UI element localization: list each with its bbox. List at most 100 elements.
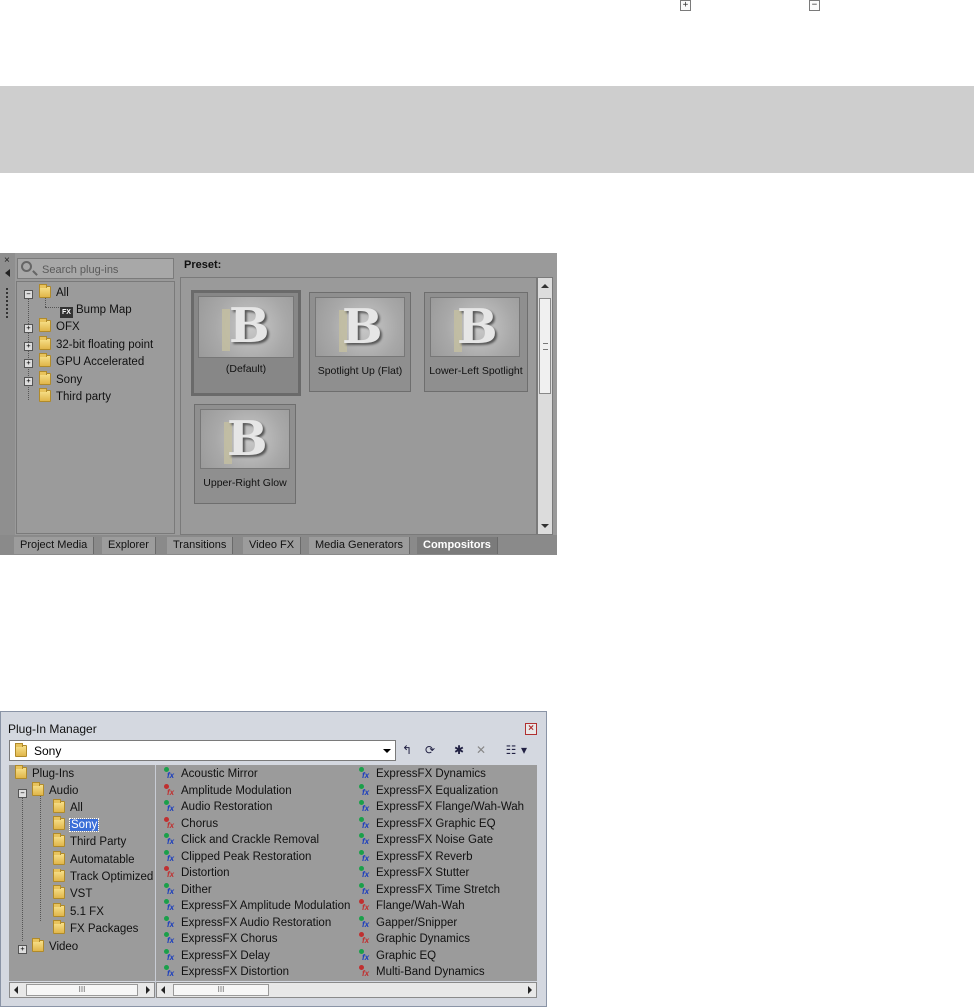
collapse-icon[interactable]: − xyxy=(809,0,820,11)
preset-upper-right-glow[interactable]: B Upper-Right Glow xyxy=(194,404,296,504)
fx-plugin-icon: fx xyxy=(164,882,178,896)
plugin-list-item[interactable]: fx Acoustic Mirror xyxy=(164,766,258,782)
preset-vertical-scrollbar[interactable] xyxy=(537,277,553,535)
expand-icon[interactable]: + xyxy=(680,0,691,11)
tab-transitions[interactable]: Transitions xyxy=(167,537,234,554)
plugin-label: ExpressFX Equalization xyxy=(376,784,499,797)
scroll-left-icon[interactable] xyxy=(161,986,165,994)
plugin-list-item[interactable]: fx ExpressFX Audio Restoration xyxy=(164,915,331,931)
plugin-list-item[interactable]: fx ExpressFX Equalization xyxy=(359,783,498,799)
collapse-icon[interactable]: − xyxy=(18,789,27,798)
plugin-label: Dither xyxy=(181,883,212,896)
tree-horizontal-scrollbar[interactable]: III xyxy=(9,982,155,998)
folder-icon xyxy=(39,353,51,367)
expand-icon[interactable]: + xyxy=(24,359,33,368)
scroll-right-icon[interactable] xyxy=(146,986,150,994)
plugin-category-tree: − All FX Bump Map + OFX + 32-bit floating… xyxy=(16,281,175,534)
plugin-list-item[interactable]: fx ExpressFX Stutter xyxy=(359,865,469,881)
plugin-list-item[interactable]: fx ExpressFX Chorus xyxy=(164,931,278,947)
plugin-list-item[interactable]: fx Chorus xyxy=(164,816,218,832)
plugin-list-item[interactable]: fx ExpressFX Noise Gate xyxy=(359,832,493,848)
plugin-list-item[interactable]: fx ExpressFX Dynamics xyxy=(359,766,486,782)
tree-item-audio[interactable]: − Audio xyxy=(18,782,78,799)
preset-spotlight-up-flat[interactable]: B Spotlight Up (Flat) xyxy=(309,292,411,392)
scroll-thumb[interactable]: III xyxy=(173,984,269,996)
tree-item-automatable[interactable]: Automatable xyxy=(53,851,135,868)
tree-item-fx-packages[interactable]: FX Packages xyxy=(53,920,138,937)
fx-plugin-icon: fx xyxy=(359,866,373,879)
expand-icon[interactable]: + xyxy=(24,342,33,351)
tree-item-track-optimized[interactable]: Track Optimized xyxy=(53,869,155,885)
search-input[interactable] xyxy=(40,261,174,278)
scroll-thumb[interactable]: III xyxy=(26,984,138,996)
scroll-right-icon[interactable] xyxy=(528,986,532,994)
tab-media-generators[interactable]: Media Generators xyxy=(309,537,411,554)
tab-explorer[interactable]: Explorer xyxy=(102,537,156,554)
plugin-list-item[interactable]: fx ExpressFX Amplitude Modulation xyxy=(164,898,350,914)
tree-item-5-1-fx[interactable]: 5.1 FX xyxy=(53,903,104,920)
tab-video-fx[interactable]: Video FX xyxy=(243,537,302,554)
tab-compositors[interactable]: Compositors xyxy=(417,537,498,554)
plugin-list-item[interactable]: fx Click and Crackle Removal xyxy=(164,832,319,848)
delete-button[interactable]: ✕ xyxy=(472,741,490,759)
tree-item-vst[interactable]: VST xyxy=(53,885,92,902)
plugin-list-item[interactable]: fx Amplitude Modulation xyxy=(164,783,292,799)
dock-grip[interactable]: × xyxy=(0,253,15,535)
folder-icon xyxy=(39,318,51,332)
preset-lower-left-spotlight[interactable]: B Lower-Left Spotlight xyxy=(424,292,528,392)
fx-plugin-icon: fx xyxy=(359,816,373,830)
plugin-list-item[interactable]: fx ExpressFX Distortion xyxy=(164,964,289,980)
tree-item-bump-map[interactable]: FX Bump Map xyxy=(60,302,132,319)
preset-thumbnail: B xyxy=(198,296,294,358)
scroll-left-icon[interactable] xyxy=(14,986,18,994)
list-horizontal-scrollbar[interactable]: III xyxy=(156,982,537,998)
scroll-thumb[interactable] xyxy=(539,298,551,394)
preset-grid: B (Default) B Spotlight Up (Flat) B Lowe… xyxy=(180,277,537,535)
new-folder-button[interactable]: ✱ xyxy=(450,741,468,759)
plugin-label: Distortion xyxy=(181,867,230,879)
plugin-list-item[interactable]: fx Distortion xyxy=(164,865,230,881)
plugin-list-item[interactable]: fx Gapper/Snipper xyxy=(359,915,457,931)
plugin-list-item[interactable]: fx ExpressFX Reverb xyxy=(359,849,473,865)
tree-item-third-party[interactable]: Third Party xyxy=(53,833,126,850)
views-button[interactable]: ☷ xyxy=(502,741,520,759)
search-box[interactable] xyxy=(17,258,174,279)
collapse-icon[interactable]: − xyxy=(24,290,33,299)
tab-project-media[interactable]: Project Media xyxy=(14,537,95,554)
tree-item-all[interactable]: All xyxy=(53,799,83,816)
scroll-up-icon[interactable] xyxy=(541,284,549,288)
plugin-list-item[interactable]: fx Graphic Dynamics xyxy=(359,931,470,947)
views-dropdown-icon[interactable]: ▾ xyxy=(519,741,529,759)
plugin-list-item[interactable]: fx ExpressFX Time Stretch xyxy=(359,882,500,898)
plugin-list-item[interactable]: fx Flange/Wah-Wah xyxy=(359,898,465,914)
chevron-down-icon[interactable] xyxy=(383,749,391,753)
preset-default[interactable]: B (Default) xyxy=(191,290,301,396)
up-folder-button[interactable]: ↰ xyxy=(398,741,416,759)
drag-handle-icon[interactable] xyxy=(6,288,8,318)
plugin-label: ExpressFX Chorus xyxy=(181,933,278,945)
separator-band xyxy=(0,86,974,173)
tree-item-video[interactable]: + Video xyxy=(18,938,78,955)
location-dropdown[interactable]: Sony xyxy=(9,740,396,761)
plugin-list-item[interactable]: fx Clipped Peak Restoration xyxy=(164,849,311,865)
collapse-arrow-icon[interactable] xyxy=(5,269,10,277)
plugin-list-item[interactable]: fx Dither xyxy=(164,882,212,898)
plugin-list-item[interactable]: fx Graphic EQ xyxy=(359,948,436,964)
expand-icon[interactable]: + xyxy=(18,945,27,954)
plugin-list-item[interactable]: fx ExpressFX Graphic EQ xyxy=(359,816,496,832)
fx-plugin-icon: fx xyxy=(359,915,373,929)
tree-item-third-party[interactable]: Third party xyxy=(39,388,111,406)
refresh-button[interactable]: ⟳ xyxy=(421,741,439,759)
expand-icon[interactable]: + xyxy=(24,377,33,386)
tree-item-plug-ins[interactable]: Plug-Ins xyxy=(15,765,74,782)
tree-item-sony[interactable]: Sony xyxy=(53,816,100,833)
fx-plugin-icon: fx xyxy=(164,767,178,780)
plugin-list-item[interactable]: fx Multi-Band Dynamics xyxy=(359,964,485,980)
plugin-list-item[interactable]: fx ExpressFX Delay xyxy=(164,948,270,964)
expand-icon[interactable]: + xyxy=(24,324,33,333)
plugin-list-item[interactable]: fx ExpressFX Flange/Wah-Wah xyxy=(359,799,524,815)
plugin-list-item[interactable]: fx Audio Restoration xyxy=(164,799,272,815)
scroll-down-icon[interactable] xyxy=(541,524,549,528)
close-icon[interactable]: × xyxy=(4,255,10,266)
close-icon[interactable]: × xyxy=(525,723,537,735)
